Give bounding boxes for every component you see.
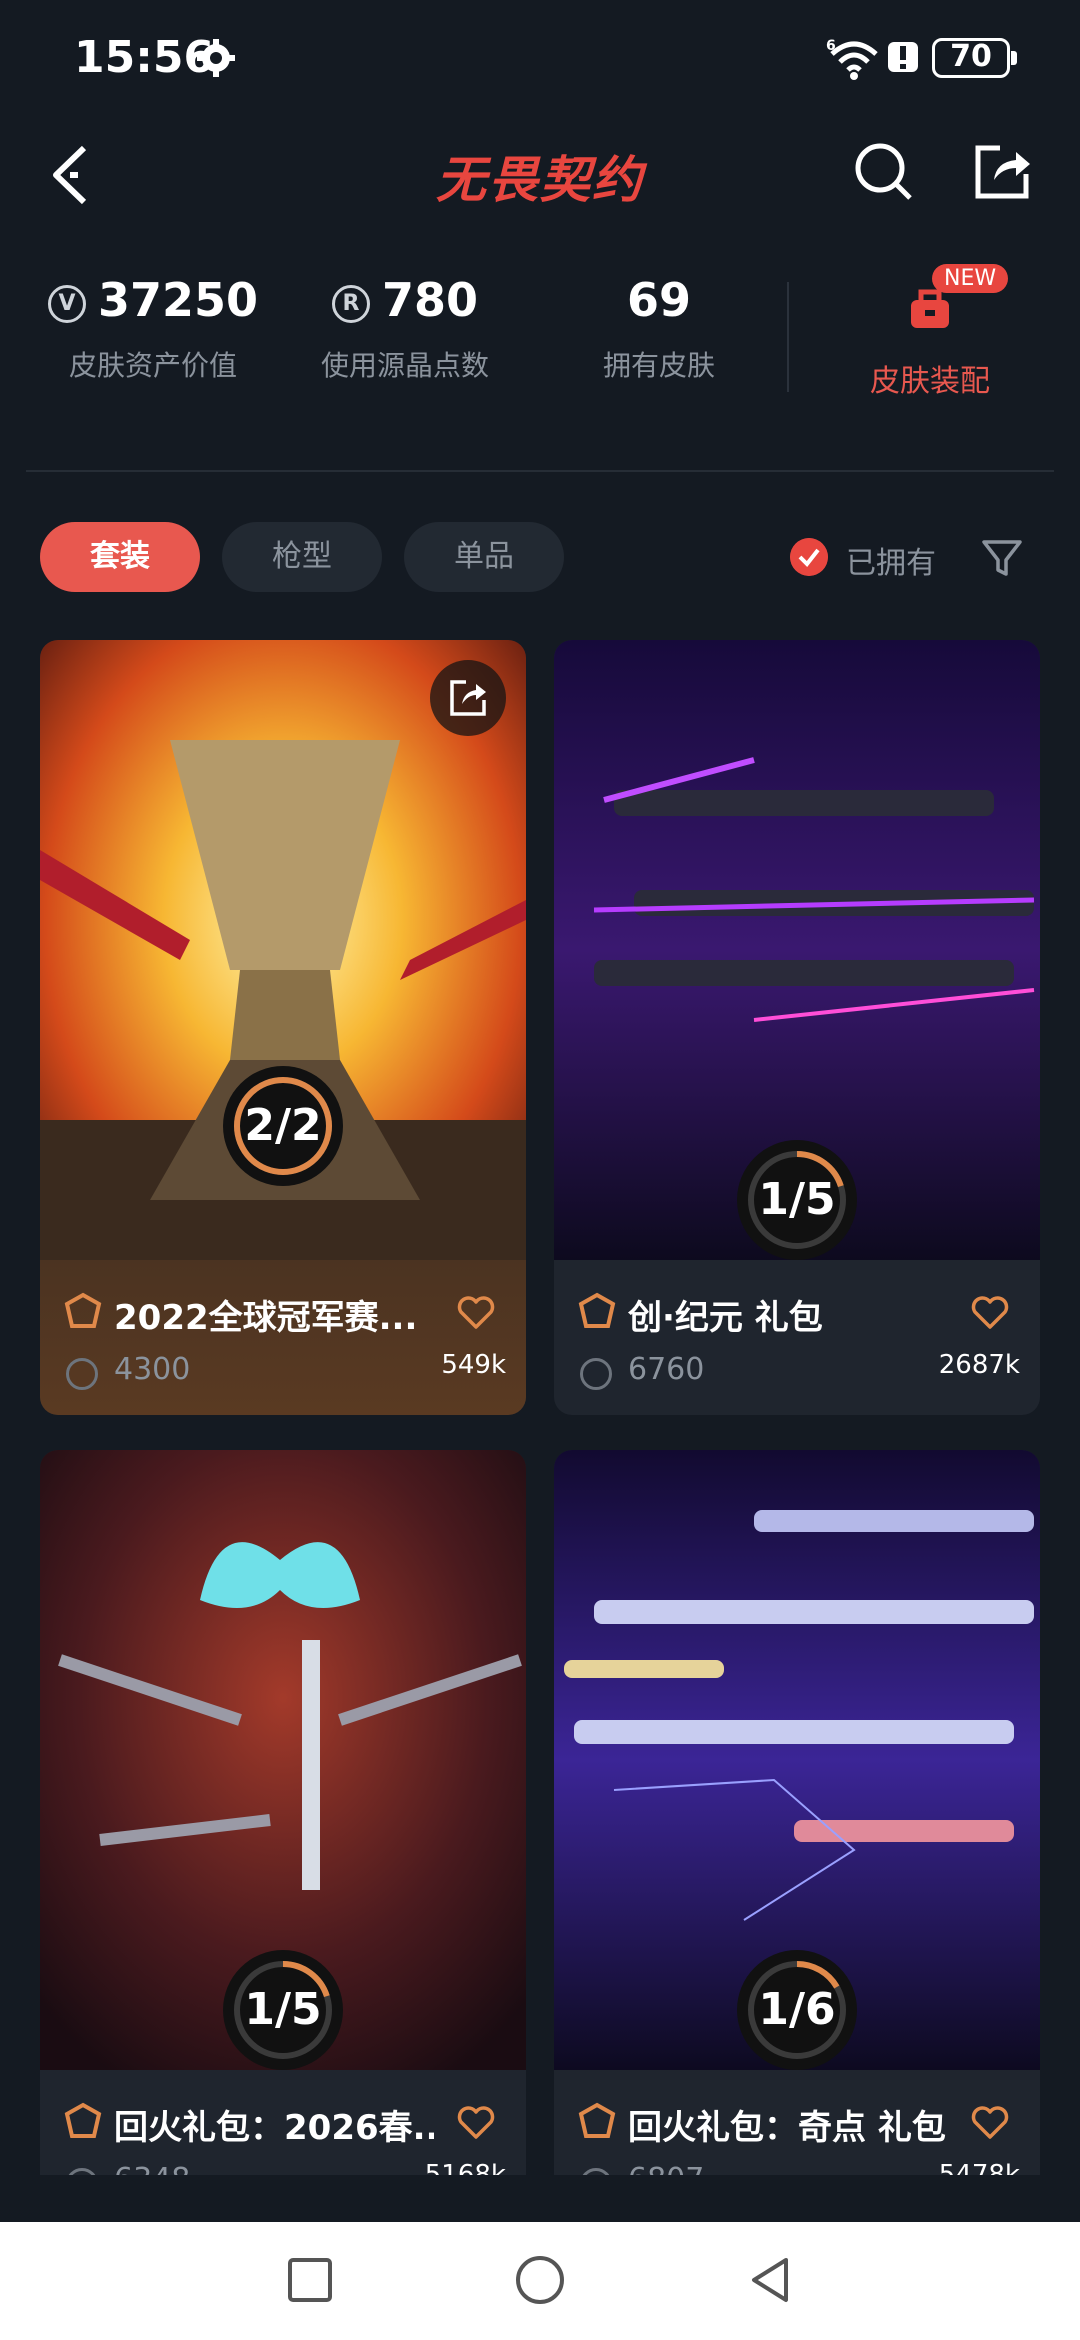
emblem-icon bbox=[64, 1292, 102, 1328]
new-badge: NEW bbox=[932, 264, 1009, 293]
bundle-card[interactable]: 1/5 回火礼包：2026春... 6348 5168k bbox=[40, 1450, 526, 2175]
bundle-price: 6760 bbox=[628, 1352, 705, 1387]
status-bar: 15:56 6 70 bbox=[0, 0, 1080, 120]
tab-bundle[interactable]: 套装 bbox=[40, 522, 200, 592]
bundle-card[interactable]: 1/6 回火礼包：奇点 礼包 6807 5478k bbox=[554, 1450, 1040, 2175]
back-nav-icon[interactable] bbox=[742, 2252, 798, 2308]
vp-icon bbox=[66, 1358, 98, 1390]
vp-icon bbox=[580, 1358, 612, 1390]
filter-bar: 套装 枪型 单品 已拥有 bbox=[0, 520, 1080, 600]
points-value: 780 bbox=[381, 273, 479, 327]
section-divider bbox=[26, 470, 1054, 472]
bundle-name: 回火礼包：奇点 礼包 bbox=[628, 2108, 946, 2148]
stat-asset-value: V 37250 皮肤资产价值 bbox=[28, 270, 278, 384]
bundle-likes: 5478k bbox=[938, 2160, 1020, 2175]
card-info: 回火礼包：2026春... 6348 5168k bbox=[40, 2070, 526, 2175]
equip-label: 皮肤装配 bbox=[870, 364, 990, 399]
tab-single[interactable]: 单品 bbox=[404, 522, 564, 592]
progress-ring: 1/5 bbox=[737, 1140, 857, 1260]
progress-ring: 2/2 bbox=[223, 1066, 343, 1186]
progress-text: 2/2 bbox=[244, 1100, 322, 1151]
vp-icon: V bbox=[47, 284, 86, 323]
header: 无畏契约 bbox=[0, 120, 1080, 230]
bundle-price: 4300 bbox=[114, 1352, 191, 1387]
emblem-icon bbox=[578, 2102, 616, 2138]
check-icon bbox=[790, 538, 828, 576]
wifi-icon: 6 bbox=[826, 38, 878, 80]
vp-icon bbox=[580, 2168, 612, 2175]
stats-divider bbox=[787, 282, 789, 392]
gear-icon bbox=[197, 39, 235, 77]
bundle-grid: 2/2 2022全球冠军赛... 4300 549k 1/5 创·纪元 礼包 6… bbox=[0, 640, 1080, 2175]
filter-icon[interactable] bbox=[980, 536, 1024, 580]
bundle-price: 6807 bbox=[628, 2162, 704, 2175]
heart-icon[interactable] bbox=[456, 2104, 496, 2140]
asset-label: 皮肤资产价值 bbox=[68, 349, 237, 382]
emblem-icon bbox=[578, 1292, 616, 1328]
vp-icon bbox=[66, 2168, 98, 2175]
svg-text:6: 6 bbox=[826, 38, 836, 54]
skins-label: 拥有皮肤 bbox=[602, 349, 715, 382]
progress-ring: 1/6 bbox=[737, 1950, 857, 2070]
recent-apps-icon[interactable] bbox=[282, 2252, 338, 2308]
bundle-likes: 5168k bbox=[424, 2160, 506, 2175]
skins-value: 69 bbox=[626, 273, 691, 327]
bundle-card[interactable]: 1/5 创·纪元 礼包 6760 2687k bbox=[554, 640, 1040, 1415]
owned-label: 已拥有 bbox=[846, 546, 936, 581]
status-time: 15:56 bbox=[74, 32, 215, 83]
bundle-likes: 549k bbox=[441, 1350, 506, 1380]
asset-value: 37250 bbox=[97, 273, 259, 327]
card-info: 创·纪元 礼包 6760 2687k bbox=[554, 1260, 1040, 1415]
battery-indicator: 70 bbox=[932, 38, 1017, 78]
card-info: 回火礼包：奇点 礼包 6807 5478k bbox=[554, 2070, 1040, 2175]
points-label: 使用源晶点数 bbox=[320, 349, 489, 382]
share-icon bbox=[450, 680, 486, 716]
search-icon[interactable] bbox=[852, 140, 916, 204]
battery-level: 70 bbox=[950, 39, 992, 74]
heart-icon[interactable] bbox=[970, 1294, 1010, 1330]
bundle-name: 创·纪元 礼包 bbox=[628, 1298, 823, 1338]
heart-icon[interactable] bbox=[456, 1294, 496, 1330]
progress-text: 1/5 bbox=[758, 1174, 836, 1225]
system-nav-bar bbox=[0, 2222, 1080, 2340]
bundle-name: 2022全球冠军赛... bbox=[114, 1298, 418, 1338]
radianite-icon: R bbox=[331, 284, 370, 323]
share-icon[interactable] bbox=[970, 140, 1034, 204]
stats-panel: V 37250 皮肤资产价值 R 780 使用源晶点数 69 拥有皮肤 NEW 皮肤… bbox=[0, 264, 1080, 420]
page-title: 无畏契约 bbox=[436, 151, 644, 209]
skin-equip-button[interactable]: NEW 皮肤装配 bbox=[820, 264, 1040, 400]
stat-points: R 780 使用源晶点数 bbox=[280, 270, 530, 384]
bundle-card[interactable]: 2/2 2022全球冠军赛... 4300 549k bbox=[40, 640, 526, 1415]
emblem-icon bbox=[64, 2102, 102, 2138]
bundle-likes: 2687k bbox=[938, 1350, 1020, 1380]
bundle-name: 回火礼包：2026春... bbox=[114, 2108, 434, 2148]
tab-gun-type[interactable]: 枪型 bbox=[222, 522, 382, 592]
progress-text: 1/6 bbox=[758, 1984, 836, 2035]
progress-text: 1/5 bbox=[244, 1984, 322, 2035]
heart-icon[interactable] bbox=[970, 2104, 1010, 2140]
card-share-button[interactable] bbox=[430, 660, 506, 736]
progress-ring: 1/5 bbox=[223, 1950, 343, 2070]
home-icon[interactable] bbox=[512, 2252, 568, 2308]
bundle-price: 6348 bbox=[114, 2162, 190, 2175]
alert-icon bbox=[888, 42, 918, 72]
stat-skins: 69 拥有皮肤 bbox=[534, 270, 784, 384]
card-info: 2022全球冠军赛... 4300 549k bbox=[40, 1260, 526, 1415]
